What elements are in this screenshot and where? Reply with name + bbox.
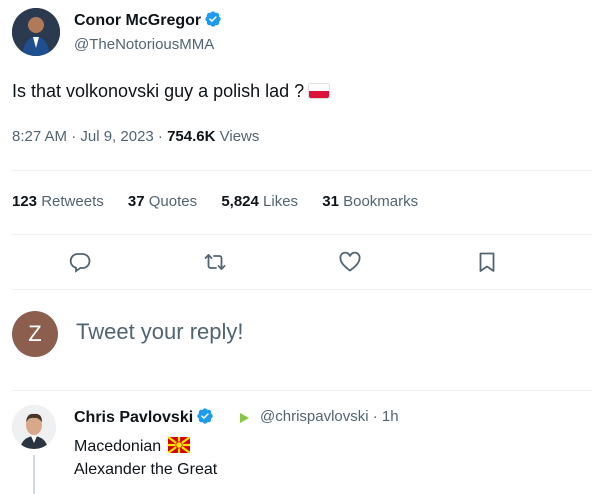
reply-icon (69, 253, 91, 273)
retweet-button[interactable] (202, 249, 228, 275)
views-label: Views (215, 128, 260, 145)
tweet-timestamp[interactable]: 8:27 AM · Jul 9, 2023 · (12, 128, 167, 145)
bookmark-button[interactable] (474, 249, 500, 275)
reply-author-avatar[interactable] (12, 405, 56, 449)
quotes-stat[interactable]: 37 Quotes (128, 193, 197, 210)
reply-author-name[interactable]: Chris Pavlovski (74, 407, 214, 430)
like-button[interactable] (337, 249, 363, 275)
reply-text-content: Macedonian (74, 438, 162, 455)
divider (12, 234, 592, 235)
likes-stat[interactable]: 5,824 Likes (221, 193, 298, 210)
north-macedonia-flag-icon (166, 436, 191, 454)
divider (12, 289, 592, 290)
verified-badge-icon (196, 407, 214, 430)
divider (12, 390, 592, 391)
current-user-avatar[interactable]: Z (12, 311, 58, 357)
bookmark-icon (479, 252, 495, 272)
reply-author-handle[interactable]: @chrispavlovski · 1h (260, 408, 399, 425)
tweet-meta: 8:27 AM · Jul 9, 2023 · 754.6K Views (12, 128, 259, 145)
tweet-stats: 123 Retweets 37 Quotes 5,824 Likes 31 Bo… (12, 193, 438, 210)
rumble-play-icon (237, 411, 251, 430)
reply-button[interactable] (67, 249, 93, 275)
author-avatar[interactable] (12, 8, 60, 56)
poland-flag-icon (308, 83, 331, 99)
thread-line (33, 455, 35, 494)
author-handle[interactable]: @TheNotoriousMMA (74, 36, 214, 53)
reply-text-line2: Alexander the Great (74, 461, 218, 478)
verified-badge-icon (204, 10, 222, 33)
like-icon (339, 251, 361, 272)
retweet-icon (204, 254, 226, 270)
views-count: 754.6K (167, 128, 216, 145)
tweet-text: Is that volkonovski guy a polish lad ? (12, 81, 331, 102)
tweet-text-content: Is that volkonovski guy a polish lad ? (12, 81, 305, 101)
bookmarks-stat[interactable]: 31 Bookmarks (322, 193, 418, 210)
reply-input[interactable]: Tweet your reply! (76, 319, 244, 345)
reply-text-line1: Macedonian (74, 436, 191, 456)
retweets-stat[interactable]: 123 Retweets (12, 193, 104, 210)
author-name[interactable]: Conor McGregor (74, 10, 222, 33)
divider (12, 170, 592, 171)
